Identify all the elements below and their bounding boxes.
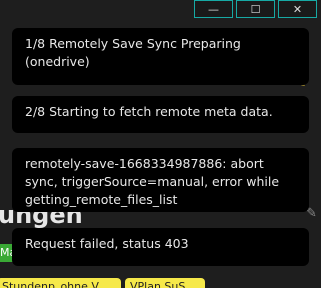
minimize-icon: — (208, 2, 219, 16)
notice-request-failed-status[interactable]: Request failed, status 403 (12, 228, 309, 266)
pill-link[interactable]: VPlan SuS (125, 278, 205, 288)
maximize-icon: ☐ (250, 2, 261, 16)
notice[interactable]: 1/8 Remotely Save Sync Preparing (onedri… (12, 28, 309, 85)
notice[interactable]: 2/8 Starting to fetch remote meta data. (12, 96, 309, 133)
pill-link[interactable]: Stundenp_ohne V (0, 278, 121, 288)
notice-text: Request failed, status 403 (25, 236, 189, 251)
notice[interactable]: remotely-save-1668334987886: abort sync,… (12, 148, 309, 212)
maximize-button[interactable]: ☐ (236, 0, 275, 18)
close-icon: ✕ (292, 2, 303, 16)
notice-text: 2/8 Starting to fetch remote meta data. (25, 104, 273, 119)
close-button[interactable]: ✕ (278, 0, 317, 18)
notice-text: 1/8 Remotely Save Sync Preparing (onedri… (25, 36, 241, 69)
notice-text: remotely-save-1668334987886: abort sync,… (25, 156, 280, 207)
window-controls: — ☐ ✕ (194, 0, 317, 18)
minimize-button[interactable]: — (194, 0, 233, 18)
